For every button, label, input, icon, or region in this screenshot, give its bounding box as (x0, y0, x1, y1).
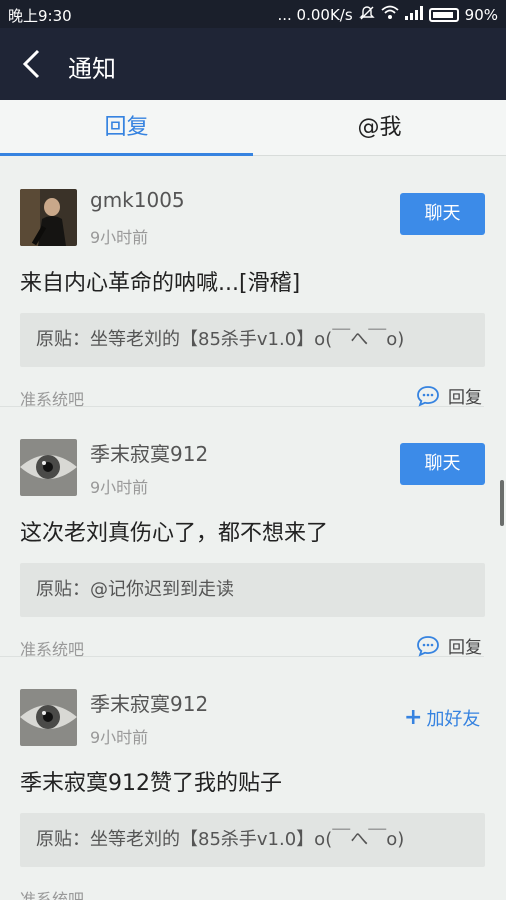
avatar[interactable] (20, 439, 77, 496)
signal-icon (404, 6, 423, 24)
reply-label: 回复 (448, 638, 482, 658)
original-post-quote[interactable]: 原贴：坐等老刘的【85杀手v1.0】o(￣へ￣o) (20, 313, 485, 367)
avatar[interactable] (20, 189, 77, 246)
tab-at-me[interactable]: @我 (253, 100, 506, 156)
reply-label: 回复 (448, 388, 482, 408)
notification-item: gmk1005 9小时前 聊天 来自内心革命的呐喊...[滑稽] 原贴：坐等老刘… (0, 157, 485, 409)
comment-icon (417, 385, 439, 407)
chat-button[interactable]: 聊天 (400, 443, 485, 485)
notification-item: 季末寂寞912 9小时前 聊天 这次老刘真伤心了，都不想来了 原贴：@记你迟到到… (0, 407, 485, 659)
mute-icon (358, 5, 375, 25)
timestamp: 9小时前 (90, 228, 149, 247)
battery-percent: 90% (464, 6, 498, 24)
status-bar: 晚上9:30 ... 0.00K/s 90% (0, 0, 506, 28)
add-friend-label: 加好友 (426, 709, 481, 730)
add-friend-button[interactable]: + 加好友 (404, 705, 480, 731)
wifi-icon (381, 5, 399, 25)
timestamp: 9小时前 (90, 728, 149, 747)
comment-icon (417, 635, 439, 657)
network-speed: ... 0.00K/s (277, 6, 353, 24)
original-post-quote[interactable]: 原贴：坐等老刘的【85杀手v1.0】o(￣へ￣o) (20, 813, 485, 867)
timestamp: 9小时前 (90, 478, 149, 497)
chevron-left-icon (22, 49, 40, 79)
like-content[interactable]: 季末寂寞912赞了我的贴子 (20, 765, 282, 797)
original-post-quote[interactable]: 原贴：@记你迟到到走读 (20, 563, 485, 617)
notification-item: 季末寂寞912 9小时前 + 加好友 季末寂寞912赞了我的贴子 原贴：坐等老刘… (0, 657, 485, 900)
title-bar: 通知 (0, 28, 506, 100)
tab-reply[interactable]: 回复 (0, 100, 253, 156)
battery-icon (428, 8, 459, 22)
reply-button[interactable]: 回复 (416, 633, 482, 658)
username[interactable]: 季末寂寞912 (90, 438, 208, 467)
status-right: ... 0.00K/s 90% (277, 5, 498, 25)
page-title: 通知 (68, 55, 116, 83)
plus-icon: + (404, 705, 423, 730)
tab-bar: 回复 @我 (0, 100, 506, 156)
forum-name[interactable]: 准系统吧 (20, 886, 84, 900)
avatar[interactable] (20, 689, 77, 746)
back-button[interactable] (18, 48, 48, 80)
scrollbar-thumb[interactable] (500, 480, 504, 526)
chat-button[interactable]: 聊天 (400, 193, 485, 235)
reply-button[interactable]: 回复 (416, 383, 482, 408)
username[interactable]: 季末寂寞912 (90, 688, 208, 717)
username[interactable]: gmk1005 (90, 188, 185, 212)
reply-content[interactable]: 来自内心革命的呐喊...[滑稽] (20, 265, 300, 297)
tab-indicator (0, 153, 253, 156)
notification-list[interactable]: gmk1005 9小时前 聊天 来自内心革命的呐喊...[滑稽] 原贴：坐等老刘… (0, 157, 506, 900)
status-time: 晚上9:30 (8, 7, 72, 25)
reply-content[interactable]: 这次老刘真伤心了，都不想来了 (20, 515, 328, 547)
